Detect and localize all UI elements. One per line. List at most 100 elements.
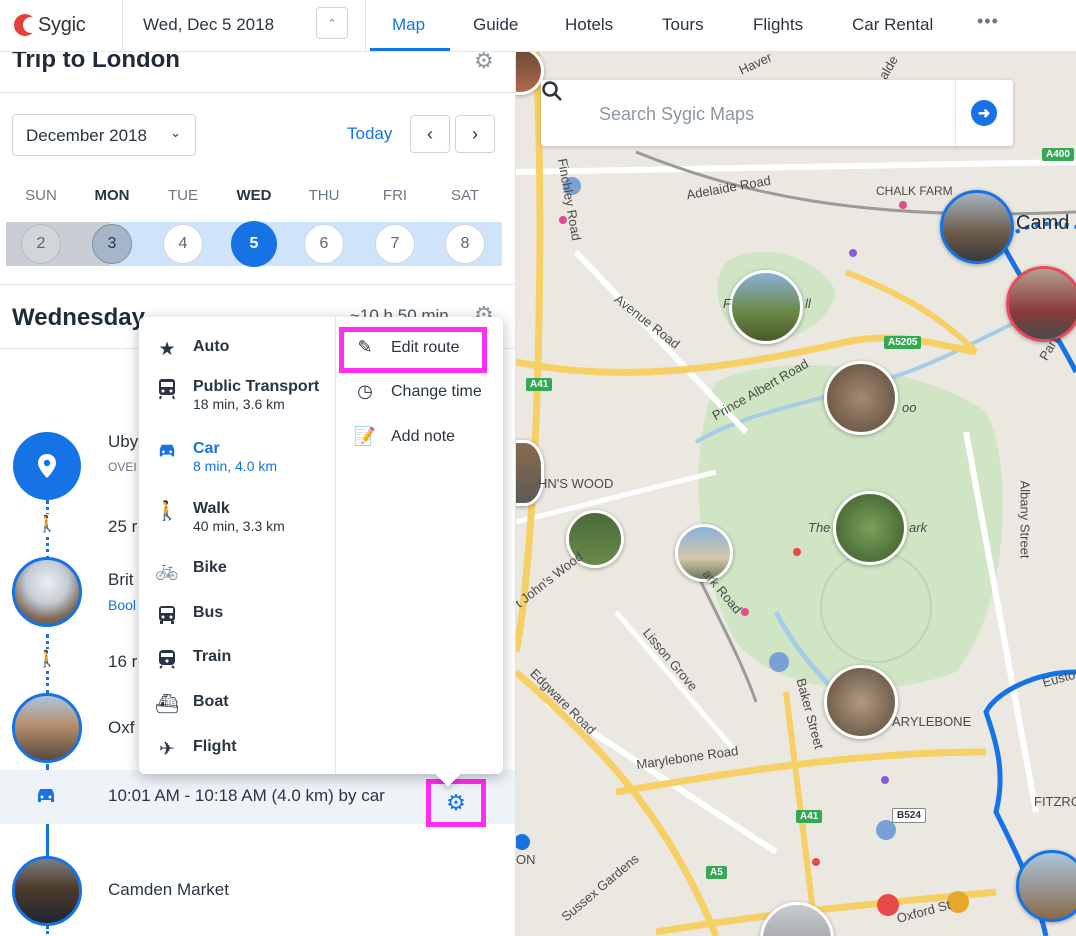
zoo-poi-photo[interactable] (824, 361, 898, 435)
sygic-logo[interactable]: Sygic (14, 9, 86, 41)
chevron-right-icon: › (472, 123, 478, 144)
walk-duration[interactable]: 25 r (108, 517, 137, 537)
hotel-stop-marker[interactable] (13, 432, 81, 500)
add-note-action[interactable]: 📝 Add note (354, 426, 455, 447)
change-time-action[interactable]: ◷ Change time (354, 381, 482, 402)
mode-label: Car (193, 440, 220, 457)
walk-icon: 🚶 (37, 514, 57, 534)
day-button[interactable]: 7 (375, 224, 415, 264)
map-label: ARYLEBONE (892, 714, 972, 729)
stop-title[interactable]: Brit (108, 570, 134, 590)
clock-icon: ◷ (357, 381, 373, 401)
directions-icon[interactable]: ➜ (971, 100, 997, 126)
next-week-button[interactable]: › (455, 115, 495, 153)
mode-boat[interactable]: ⛴ Boat (153, 692, 229, 716)
map-label: Camd (1016, 212, 1070, 234)
road-shield: A5205 (884, 336, 922, 349)
oxford-street-photo[interactable] (12, 693, 82, 763)
stop-title[interactable]: Camden Market (108, 880, 229, 900)
route-settings-gear-icon[interactable]: ⚙ (426, 779, 486, 827)
mode-bike[interactable]: 🚲 Bike (153, 558, 227, 582)
previous-week-button[interactable]: ‹ (410, 115, 450, 153)
poi-photo[interactable] (1006, 266, 1076, 342)
weekday-label: WED (236, 187, 272, 204)
walk-icon: 🚶 (155, 501, 179, 522)
road-shield: B524 (892, 808, 926, 823)
trip-title: Trip to London (12, 52, 180, 73)
day-button[interactable]: 4 (163, 224, 203, 264)
day-button[interactable]: 8 (445, 224, 485, 264)
mode-label: Flight (193, 738, 237, 755)
walk-icon: 🚶 (37, 649, 57, 669)
map-label: FITZRO (1034, 794, 1076, 809)
month-select[interactable]: December 2018 ⌄ (12, 114, 196, 156)
tab-hotels[interactable]: Hotels (565, 15, 613, 35)
tab-map[interactable]: Map (392, 15, 425, 35)
sherlock-poi-photo[interactable] (824, 665, 898, 739)
regents-park-poi-photo[interactable] (833, 491, 907, 565)
car-icon (38, 789, 54, 802)
mode-train[interactable]: Train (153, 647, 231, 671)
road-shield: A41 (796, 810, 823, 823)
action-label: Add note (391, 427, 456, 445)
map-label: ON (516, 852, 536, 867)
map-label: Albany Street (1017, 480, 1033, 559)
sygic-logo-icon (14, 14, 39, 36)
note-icon: 📝 (353, 426, 377, 446)
weekday-label: MON (94, 187, 130, 204)
mode-label: Walk (193, 500, 230, 517)
more-menu-icon[interactable]: ••• (977, 11, 999, 32)
mode-walk[interactable]: 🚶 Walk 40 min, 3.3 km (153, 499, 285, 535)
british-museum-photo[interactable] (12, 557, 82, 627)
tab-tours[interactable]: Tours (662, 15, 704, 35)
logo-text: Sygic (38, 13, 86, 36)
day-button-selected[interactable]: 5 (231, 221, 277, 267)
star-icon: ★ (158, 338, 176, 360)
stop-title[interactable]: Oxf (108, 718, 134, 738)
map-label: The (808, 520, 831, 535)
transport-mode-popup: ★ Auto Public Transport 18 min, 3.6 km C… (139, 317, 503, 787)
stop-title[interactable]: Uby (108, 432, 138, 452)
mode-public-transport[interactable]: Public Transport 18 min, 3.6 km (153, 377, 319, 413)
chevron-left-icon: ‹ (427, 123, 433, 144)
mode-detail: 18 min, 3.6 km (193, 396, 285, 412)
camden-market-photo[interactable] (12, 856, 82, 926)
tab-car-rental[interactable]: Car Rental (852, 15, 933, 35)
top-bar: Sygic Wed, Dec 5 2018 ⌃ Map Guide Hotels… (0, 0, 1076, 52)
location-pin-icon (38, 454, 56, 478)
mode-label: Bus (193, 604, 224, 621)
tab-flights[interactable]: Flights (753, 15, 803, 35)
tab-guide[interactable]: Guide (473, 15, 518, 35)
mode-bus[interactable]: Bus (153, 603, 223, 627)
weekday-label: TUE (168, 187, 198, 204)
bus-icon (153, 603, 181, 627)
day-button[interactable]: 6 (304, 224, 344, 264)
day-button[interactable]: 3 (92, 224, 132, 264)
walk-duration[interactable]: 16 r (108, 652, 137, 672)
search-input[interactable]: Search Sygic Maps (599, 104, 754, 125)
map-search-box[interactable]: Search Sygic Maps ➜ (541, 80, 1013, 146)
primrose-hill-poi-photo[interactable] (729, 270, 803, 344)
mode-label: Boat (193, 693, 229, 710)
map-view[interactable]: Search Sygic Maps ➜ Adelaide Road CHALK … (516, 52, 1076, 936)
map-label: HN'S WOOD (538, 476, 614, 491)
divider (122, 0, 123, 52)
divider (365, 0, 366, 52)
map-label: ll (805, 296, 811, 311)
camden-poi-photo[interactable] (940, 190, 1014, 264)
weekday-label: THU (308, 187, 340, 204)
action-label: Change time (391, 382, 482, 400)
booking-link[interactable]: Bool (108, 597, 136, 613)
collapse-button[interactable]: ⌃ (316, 7, 348, 39)
day-button[interactable]: 2 (21, 224, 61, 264)
mode-car[interactable]: Car 8 min, 4.0 km (153, 439, 277, 475)
search-icon (542, 81, 562, 101)
mode-auto[interactable]: ★ Auto (153, 337, 229, 361)
mode-flight[interactable]: ✈ Flight (153, 737, 237, 761)
walk-connector (46, 926, 49, 936)
divider (0, 284, 515, 285)
today-link[interactable]: Today (347, 124, 392, 144)
divider (0, 92, 515, 93)
trip-settings-gear-icon[interactable]: ⚙ (474, 52, 494, 74)
flight-icon: ✈ (159, 738, 175, 760)
